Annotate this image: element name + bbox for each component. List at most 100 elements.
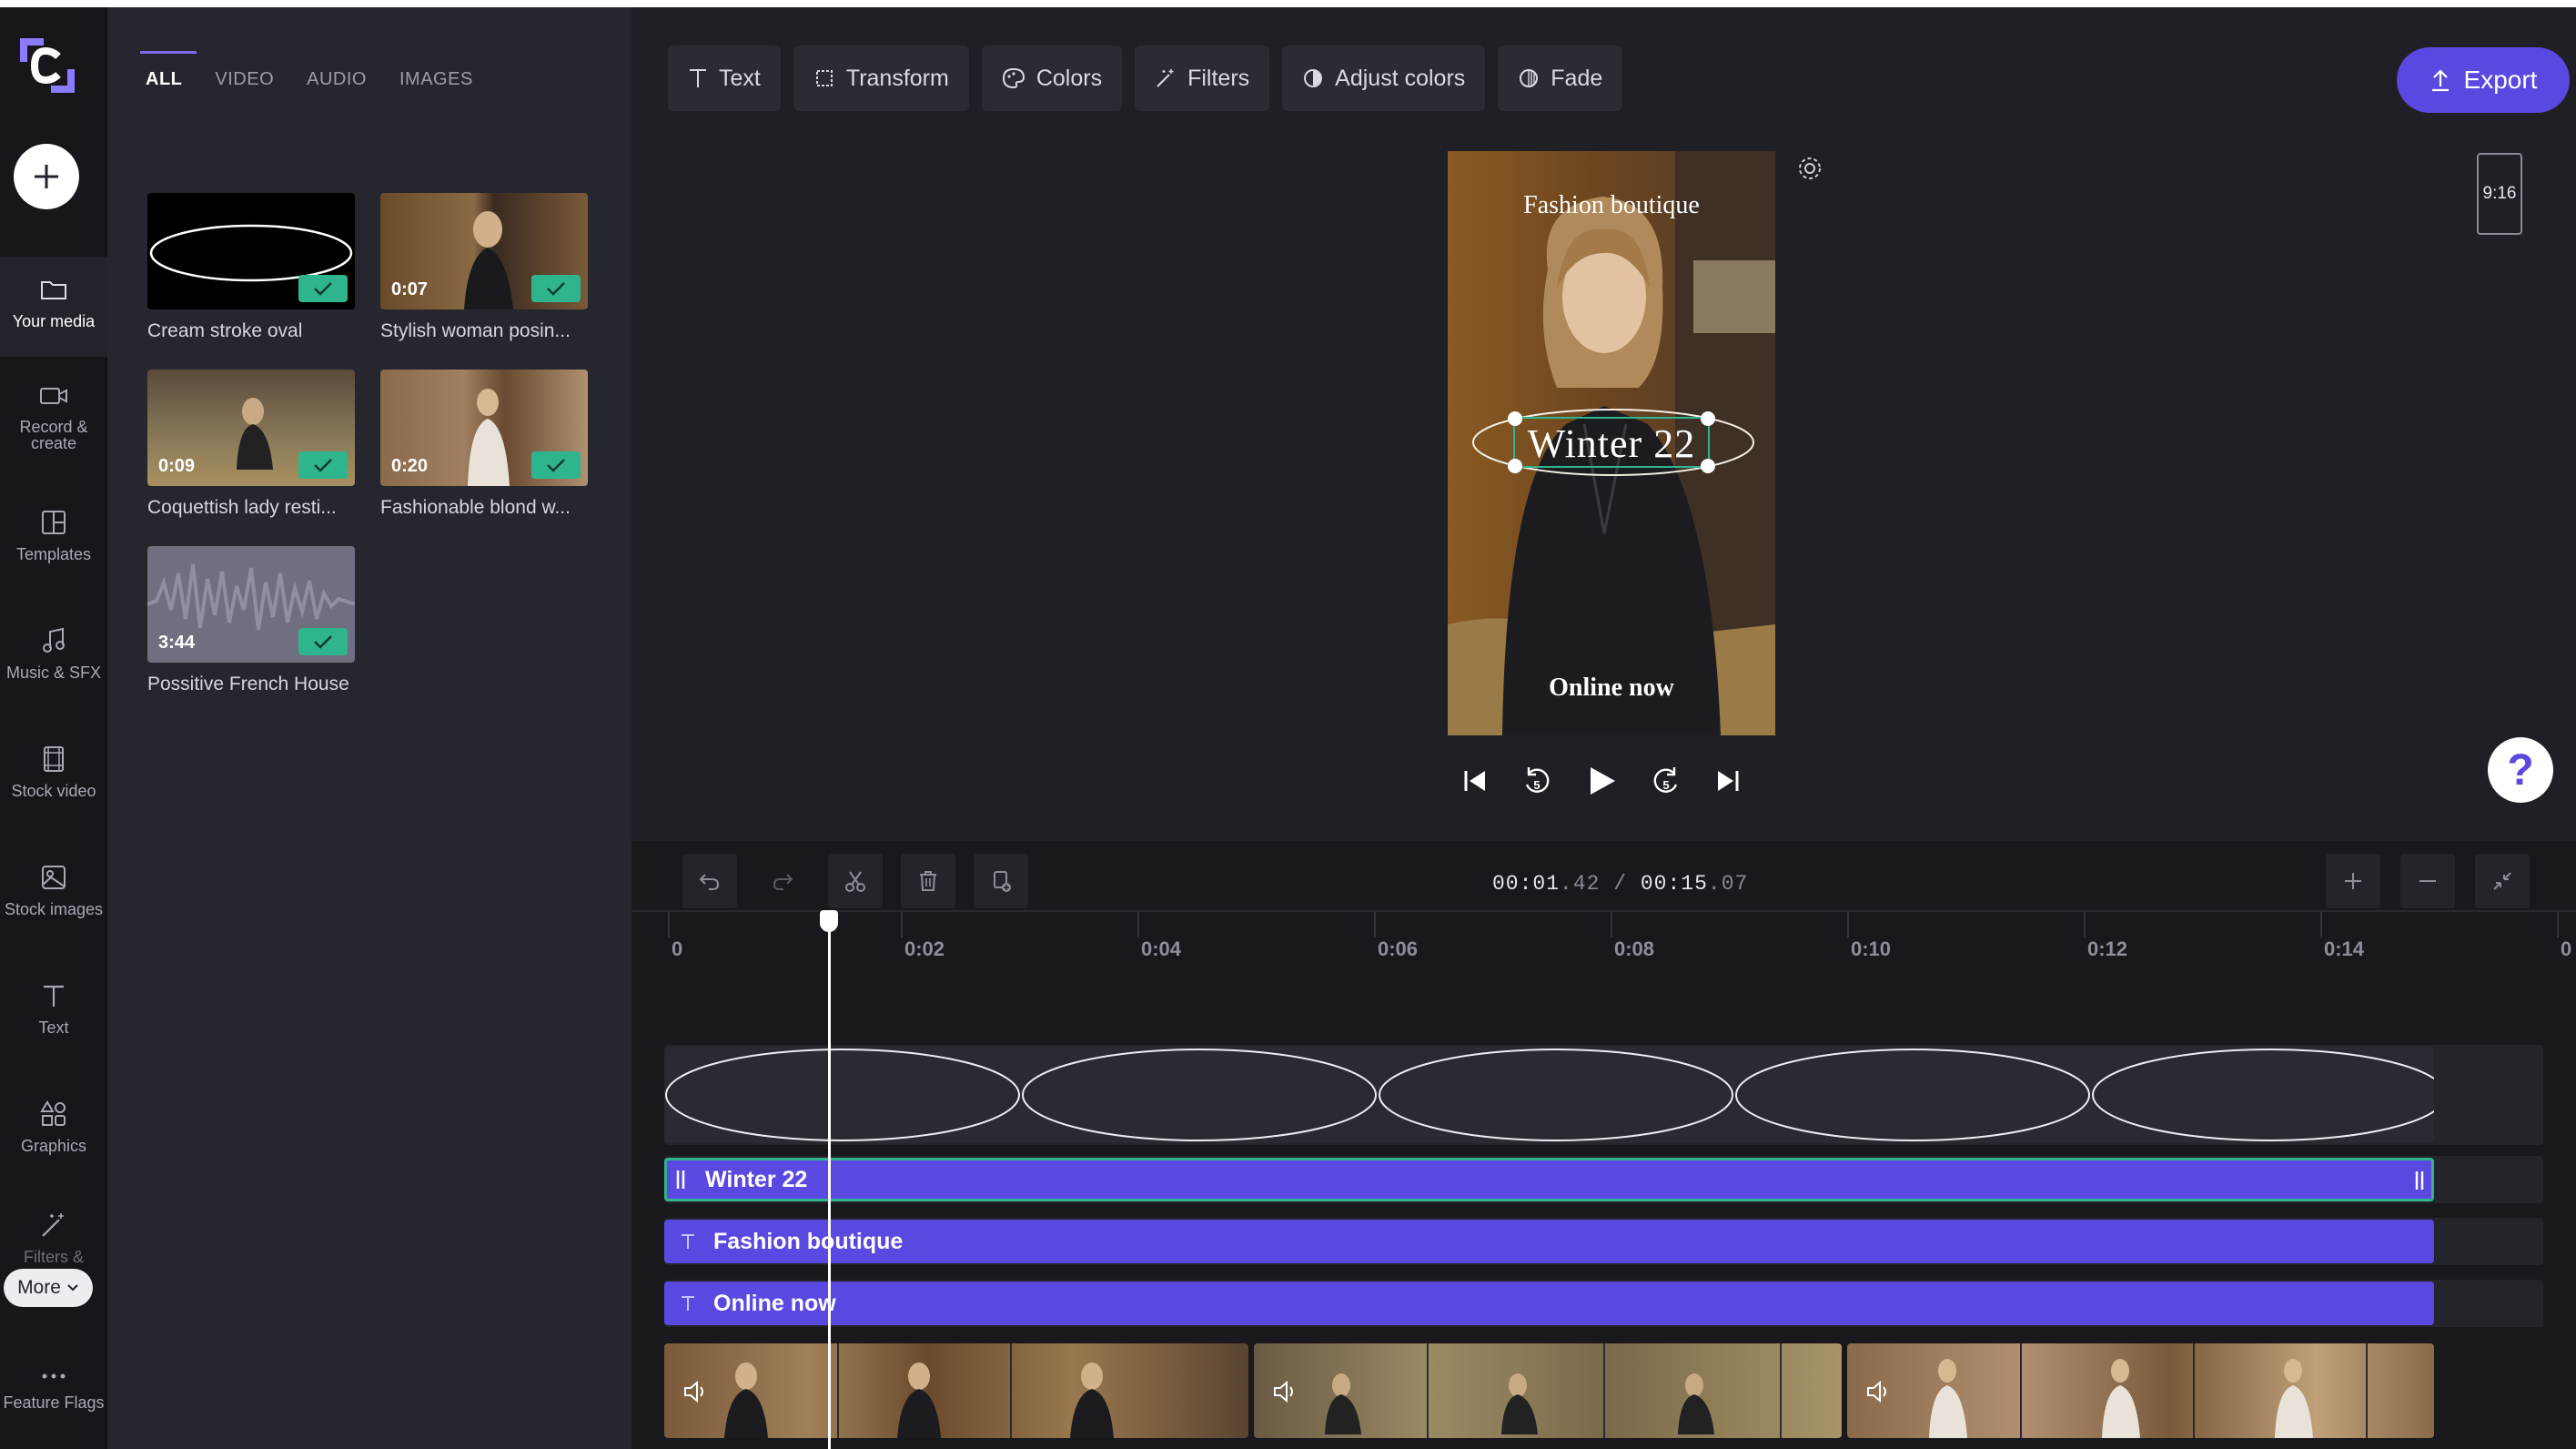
ruler-tick-line bbox=[2320, 912, 2322, 937]
redo-icon bbox=[773, 874, 793, 890]
delete-button[interactable] bbox=[901, 854, 955, 908]
transform-icon bbox=[815, 70, 833, 86]
media-item-name: Fashionable blond w... bbox=[380, 497, 571, 518]
canvas-main-text[interactable]: Winter 22 bbox=[1448, 421, 1775, 467]
app-logo-icon bbox=[16, 35, 78, 96]
magic-wand-icon bbox=[42, 1213, 64, 1237]
export-button[interactable]: Export bbox=[2397, 47, 2570, 113]
speaker-icon[interactable] bbox=[1865, 1380, 1891, 1403]
zoom-out-button[interactable] bbox=[2400, 854, 2455, 908]
video-clip-fashionable-blond[interactable] bbox=[1847, 1343, 2434, 1438]
aspect-ratio-button[interactable]: 9:16 bbox=[2477, 153, 2522, 235]
trim-handle-right-icon[interactable] bbox=[2413, 1170, 2426, 1191]
text-button[interactable]: Text bbox=[668, 46, 781, 111]
fit-timeline-button[interactable] bbox=[2475, 854, 2530, 908]
palette-icon bbox=[1002, 67, 1025, 89]
media-thumbnail: 0:20 bbox=[380, 370, 588, 486]
fade-button-label: Fade bbox=[1551, 65, 1603, 91]
video-clip-stylish-woman[interactable] bbox=[664, 1343, 1248, 1438]
tab-audio[interactable]: AUDIO bbox=[307, 51, 367, 96]
playhead-handle[interactable] bbox=[820, 910, 838, 932]
rail-item-record-create[interactable]: Record & create bbox=[0, 364, 107, 464]
time-separator: / bbox=[1613, 872, 1628, 896]
canvas-title-text[interactable]: Fashion boutique bbox=[1448, 191, 1775, 220]
graphic-clip-oval[interactable] bbox=[664, 1047, 2434, 1143]
media-item-fashionable-blond[interactable]: 0:20 Fashionable blond w... bbox=[380, 370, 588, 519]
playhead-line[interactable] bbox=[828, 914, 831, 1449]
canvas-footer-text[interactable]: Online now bbox=[1448, 674, 1775, 703]
ruler-tick-line bbox=[1374, 912, 1376, 937]
text-clip-online-now[interactable]: Online now bbox=[664, 1282, 2434, 1325]
rail-item-label: Feature Flags bbox=[3, 1393, 105, 1412]
rail-item-label: Graphics bbox=[20, 1137, 87, 1155]
media-thumbnail: 0:07 bbox=[380, 193, 588, 309]
undo-button[interactable] bbox=[682, 854, 737, 908]
timeline-ruler[interactable]: 0 0:02 0:04 0:06 0:08 0:10 0:12 0:14 0 bbox=[631, 910, 2576, 965]
filters-button[interactable]: Filters bbox=[1135, 46, 1270, 111]
rail-item-label: Record & create bbox=[19, 418, 88, 452]
adjust-colors-button-label: Adjust colors bbox=[1335, 65, 1466, 91]
gear-icon[interactable] bbox=[1796, 155, 1823, 187]
more-dots-icon bbox=[42, 1373, 66, 1379]
tab-images[interactable]: IMAGES bbox=[399, 51, 473, 96]
plus-icon bbox=[2345, 873, 2361, 889]
ruler-tick-label: 0:12 bbox=[2087, 937, 2128, 960]
rail-item-feature-flags[interactable]: Feature Flags bbox=[0, 1349, 107, 1440]
total-time-frac: .07 bbox=[1707, 872, 1749, 896]
rail-item-stock-images[interactable]: Stock images bbox=[0, 845, 107, 945]
ruler-tick-label: 0:02 bbox=[904, 937, 945, 960]
templates-icon bbox=[42, 511, 66, 534]
media-tabs: ALL VIDEO AUDIO IMAGES bbox=[139, 51, 473, 96]
rail-item-label: Music & SFX bbox=[5, 664, 102, 682]
video-clip-coquettish-lady[interactable] bbox=[1254, 1343, 1842, 1438]
speaker-icon[interactable] bbox=[1272, 1380, 1298, 1403]
svg-text:5: 5 bbox=[1533, 778, 1540, 792]
playback-controls: 5 5 bbox=[1461, 765, 1742, 797]
colors-button[interactable]: Colors bbox=[981, 46, 1123, 111]
redo-button[interactable] bbox=[755, 854, 810, 908]
media-item-french-house[interactable]: 3:44 Possitive French House bbox=[147, 546, 355, 695]
rail-item-text[interactable]: Text bbox=[0, 963, 107, 1063]
play-icon[interactable] bbox=[1585, 765, 1618, 797]
transform-button[interactable]: Transform bbox=[793, 46, 969, 111]
rail-item-templates[interactable]: Templates bbox=[0, 490, 107, 590]
rail-item-your-media[interactable]: Your media bbox=[0, 257, 107, 357]
duplicate-button[interactable] bbox=[974, 854, 1028, 908]
media-item-stylish-woman[interactable]: 0:07 Stylish woman posin... bbox=[380, 193, 588, 342]
minus-icon bbox=[2419, 880, 2436, 882]
skip-to-end-icon[interactable] bbox=[1714, 767, 1742, 795]
media-item-cream-oval[interactable]: Cream stroke oval bbox=[147, 193, 355, 342]
image-icon bbox=[42, 866, 66, 889]
skip-to-start-icon[interactable] bbox=[1461, 767, 1489, 795]
oval-clip-frames bbox=[665, 1049, 2434, 1141]
video-clip-frames bbox=[1325, 1343, 1782, 1438]
media-item-name: Possitive French House bbox=[147, 674, 349, 694]
video-clip-frames bbox=[1929, 1343, 2368, 1438]
trim-handle-left-icon[interactable] bbox=[674, 1169, 687, 1191]
split-button[interactable] bbox=[828, 854, 883, 908]
add-media-button[interactable] bbox=[14, 144, 79, 209]
media-item-coquettish-lady[interactable]: 0:09 Coquettish lady resti... bbox=[147, 370, 355, 519]
tab-all[interactable]: ALL bbox=[139, 51, 197, 96]
rail-item-stock-video[interactable]: Stock video bbox=[0, 726, 107, 826]
collapse-arrows-icon bbox=[2493, 872, 2511, 890]
rewind-5-icon[interactable]: 5 bbox=[1521, 765, 1552, 797]
media-item-name: Coquettish lady resti... bbox=[147, 497, 337, 518]
text-clip-winter-22[interactable]: Winter 22 bbox=[664, 1158, 2434, 1201]
more-button[interactable]: More bbox=[4, 1269, 93, 1307]
total-time: 00:15 bbox=[1640, 872, 1708, 896]
video-canvas[interactable]: Fashion boutique Winter 22 Online now bbox=[1448, 151, 1775, 735]
forward-5-icon[interactable]: 5 bbox=[1651, 765, 1682, 797]
media-duration: 3:44 bbox=[158, 633, 196, 653]
speaker-icon[interactable] bbox=[682, 1380, 708, 1403]
more-label: More bbox=[17, 1277, 61, 1298]
text-clip-fashion-boutique[interactable]: Fashion boutique bbox=[664, 1220, 2434, 1263]
zoom-controls bbox=[2326, 854, 2530, 908]
rail-item-music-sfx[interactable]: Music & SFX bbox=[0, 608, 107, 708]
rail-item-graphics[interactable]: Graphics bbox=[0, 1081, 107, 1181]
zoom-in-button[interactable] bbox=[2326, 854, 2380, 908]
adjust-colors-button[interactable]: Adjust colors bbox=[1282, 46, 1486, 111]
fade-button[interactable]: Fade bbox=[1498, 46, 1623, 111]
help-button[interactable]: ? bbox=[2488, 737, 2553, 803]
tab-video[interactable]: VIDEO bbox=[215, 51, 274, 96]
